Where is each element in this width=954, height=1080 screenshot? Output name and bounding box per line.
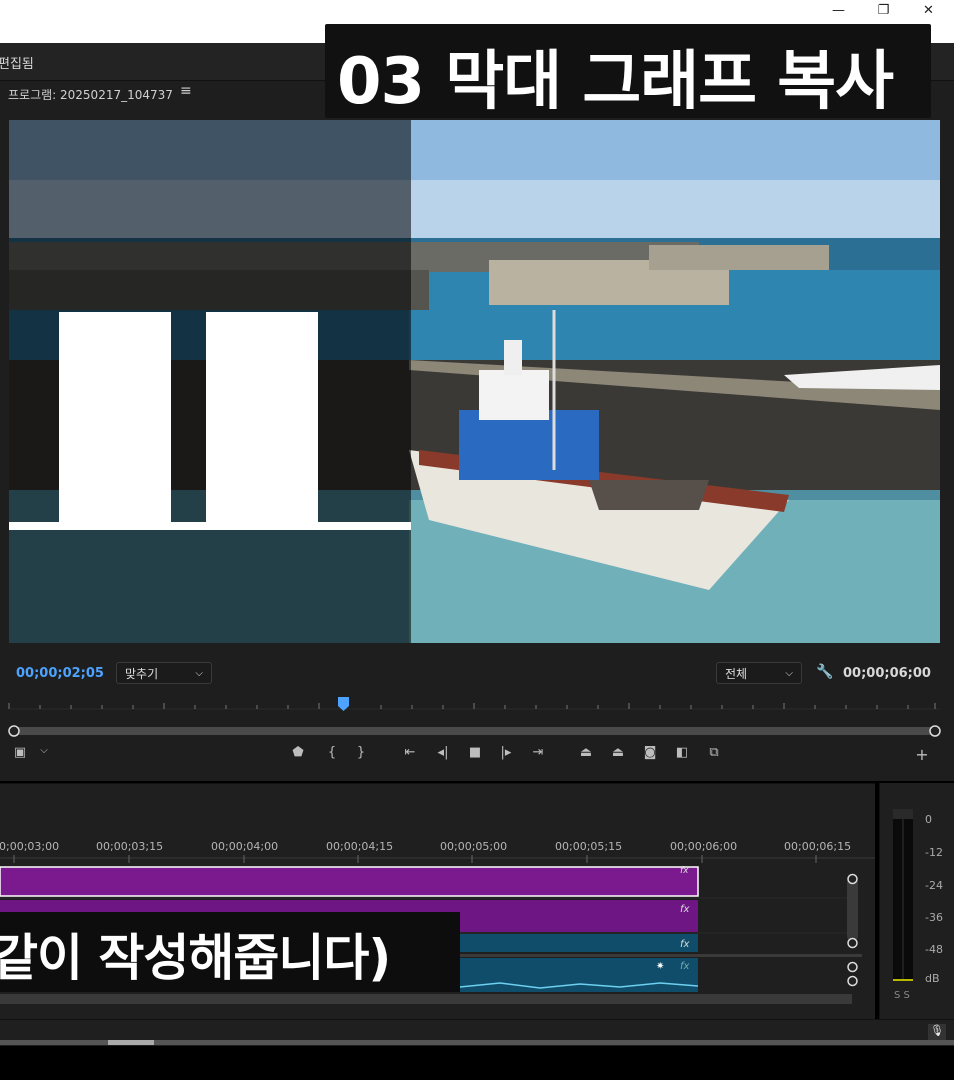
audio-scroll-handle-top[interactable] [847,961,858,973]
step-forward-icon[interactable]: |▸ [496,745,516,760]
audio-scroll-handle-bottom[interactable] [847,975,858,987]
close-icon[interactable]: ✕ [906,0,951,22]
ruler-label: 00;00;04;15 [326,840,394,853]
caption-text-bottom: 같이 작성해줍니다) [0,929,391,987]
ruler-label: 00;00;06;00 [670,840,738,853]
extract-icon[interactable]: ⏏ [608,745,628,760]
ruler-label: 00;00;03;00 [0,840,60,853]
zoom-scrollbar[interactable] [14,727,935,735]
meter-right-channel [904,809,913,981]
mark-in-icon[interactable]: { [322,745,342,760]
proxy-toggle-icon[interactable]: ⧉ [704,745,724,760]
meter-scale-label: -36 [925,911,943,924]
fx-icon: fx [680,904,690,915]
current-timecode[interactable]: 00;00;02;05 [16,666,104,681]
program-monitor: 프로그램: 20250217_104737 ≡ 00;00;02;05 맞추기 … [0,81,954,781]
status-bar: 🎙 [0,1019,954,1046]
caption-text-top: 03 막대 그래프 복사 [337,45,894,119]
fit-select[interactable]: 맞추기 ⌵ [116,662,212,684]
wrench-icon[interactable]: 🔧 [816,664,833,680]
bar-graph-bar [59,312,171,522]
solo-buttons[interactable]: S S [894,990,910,1001]
bar-graph-bar [206,312,318,522]
video-frame [9,120,940,643]
ruler-label: 00;00;05;15 [555,840,623,853]
step-back-icon[interactable]: ◂| [433,745,453,760]
scroll-handle-bottom[interactable] [847,937,858,949]
monitor-title: 프로그램: 20250217_104737 [8,88,173,102]
status-progress-thumb[interactable] [108,1040,154,1045]
mark-out-icon[interactable]: } [351,745,371,760]
meter-left-channel [893,809,902,981]
fx-icon: fx [680,961,690,972]
duration-timecode: 00;00;06;00 [843,666,931,681]
fit-select-value: 맞추기 [125,667,159,681]
caption-overlay-top: 03 막대 그래프 복사 [325,24,931,119]
zoom-handle-left[interactable] [8,725,20,737]
quality-select[interactable]: 전체 ⌵ [716,662,802,684]
quality-select-value: 전체 [725,667,748,681]
ruler-label: 00;00;05;00 [440,840,508,853]
scroll-handle-top[interactable] [847,873,858,885]
meter-scale-label: -24 [925,879,943,892]
ruler-label: 00;00;03;15 [96,840,164,853]
panel-menu-icon[interactable]: ≡ [180,83,192,99]
track-scrollbar[interactable] [847,877,858,941]
chevron-down-icon: ⌵ [195,668,203,679]
keyframe-icon: ✷ [656,961,664,972]
meter-scale-label: dB [925,972,940,985]
export-frame-icon[interactable]: ◙ [640,745,660,760]
ruler-label: 00;00;06;15 [784,840,852,853]
chevron-down-icon[interactable]: ⌵ [34,745,54,756]
restore-icon[interactable]: ❐ [861,0,906,22]
stop-icon[interactable]: ■ [465,745,485,760]
meter-scale-label: -48 [925,943,943,956]
meter-scale-label: 0 [925,813,932,826]
video-preview[interactable] [9,120,940,643]
add-marker-icon[interactable]: ⬟ [288,745,308,760]
bar-graph-baseline [9,522,411,530]
minimize-icon[interactable]: — [816,0,861,22]
audio-meter-panel: S S [879,783,954,1019]
ruler-label: 00;00;04;00 [211,840,279,853]
meter-scale-label: -12 [925,846,943,859]
workspace-status: 편집됨 [0,57,34,72]
chevron-down-icon: ⌵ [785,668,793,679]
fx-icon: fx [680,939,690,950]
monitor-time-ruler[interactable] [0,693,954,745]
caption-overlay-bottom: 같이 작성해줍니다) [0,912,460,992]
lift-icon[interactable]: ⏏ [576,745,596,760]
video-clip[interactable] [0,866,699,897]
fx-icon: fx [680,866,689,876]
timeline-scrollbar[interactable] [0,994,852,1004]
go-to-out-icon[interactable]: ⇥ [528,745,548,760]
settings-camera-icon[interactable]: ▣ [10,745,30,760]
add-button-icon[interactable]: + [912,745,932,764]
comparison-view-icon[interactable]: ◧ [672,745,692,760]
zoom-handle-right[interactable] [929,725,941,737]
go-to-in-icon[interactable]: ⇤ [400,745,420,760]
microphone-icon[interactable]: 🎙 [928,1024,946,1040]
